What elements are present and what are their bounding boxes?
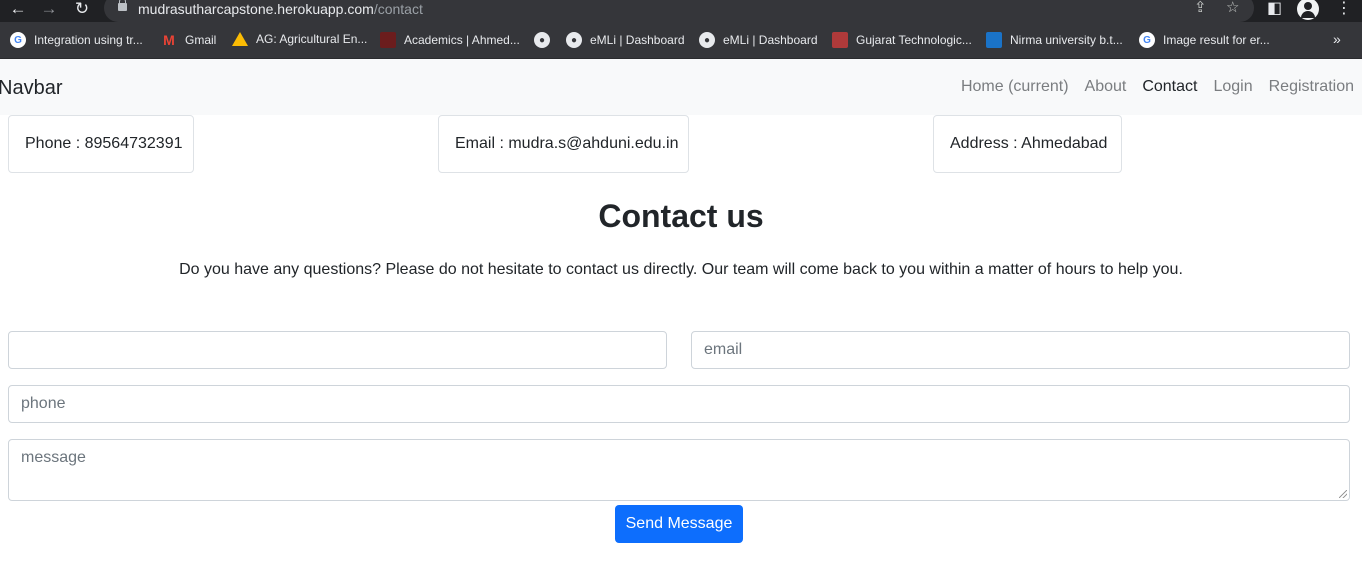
globe-icon: ● [566,32,582,48]
bookmark-label: Image result for er... [1163,33,1270,47]
bookmark-item[interactable]: G Image result for er... [1139,32,1270,48]
bookmark-label: eMLi | Dashboard [723,33,818,47]
ahduni-icon [380,32,396,48]
globe-icon: ● [699,32,715,48]
nav-login[interactable]: Login [1213,78,1252,96]
bookmark-label: Gujarat Technologic... [856,33,972,47]
nav-links: Home (current) About Contact Login Regis… [961,78,1354,96]
resize-handle-icon[interactable] [1339,490,1347,498]
url-path: /contact [373,1,423,17]
bookmark-label: Integration using tr... [34,33,143,47]
bookmark-item[interactable]: ● [534,32,558,48]
nav-contact[interactable]: Contact [1142,78,1197,96]
bookmark-item[interactable]: Gujarat Technologic... [832,32,972,48]
address-bar[interactable]: mudrasutharcapstone.herokuapp.com/contac… [104,0,1254,22]
lock-icon [118,0,127,11]
gtu-icon [832,32,848,48]
browser-toolbar: ← → ↻ mudrasutharcapstone.herokuapp.com/… [0,0,1362,22]
site-navbar: Navbar Home (current) About Contact Logi… [0,59,1362,115]
share-icon[interactable]: ⇪ [1194,0,1207,16]
nav-registration[interactable]: Registration [1269,78,1354,96]
email-card: Email : mudra.s@ahduni.edu.in [438,115,689,173]
kebab-menu-icon[interactable]: ⋮ [1336,0,1352,18]
send-message-button[interactable]: Send Message [615,505,743,543]
nav-home[interactable]: Home (current) [961,78,1069,96]
address-card: Address : Ahmedabad [933,115,1122,173]
globe-icon: ● [534,32,550,48]
bookmark-item[interactable]: G Integration using tr... [10,32,143,48]
bookmark-item[interactable]: Nirma university b.t... [986,32,1123,48]
message-textarea[interactable]: message [8,439,1350,501]
name-input[interactable] [8,331,667,369]
phone-card: Phone : 89564732391 [8,115,194,173]
phone-input[interactable]: phone [8,385,1350,423]
bookmark-item[interactable]: AG: Agricultural En... [232,32,367,46]
email-input[interactable]: email [691,331,1350,369]
side-panel-icon[interactable]: ◧ [1267,0,1282,18]
google-icon: G [10,32,26,48]
back-arrow-icon[interactable]: ← [6,0,30,20]
reload-icon[interactable]: ↻ [70,0,94,20]
more-bookmarks-icon[interactable]: » [1333,31,1341,47]
url-text: mudrasutharcapstone.herokuapp.com/contac… [138,1,423,17]
bookmark-label: AG: Agricultural En... [256,32,368,46]
nav-about[interactable]: About [1085,78,1127,96]
bookmark-label: Nirma university b.t... [1010,33,1123,47]
drive-icon [232,32,248,46]
contact-description: Do you have any questions? Please do not… [179,261,1183,278]
bookmarks-bar: G Integration using tr... M Gmail AG: Agri… [0,22,1362,59]
bookmark-item[interactable]: ● eMLi | Dashboard [699,32,818,48]
message-placeholder: message [21,449,86,466]
nirma-icon [986,32,1002,48]
google-icon: G [1139,32,1155,48]
page-title: Contact us [598,198,764,234]
navbar-brand[interactable]: Navbar [0,77,62,100]
url-host: mudrasutharcapstone.herokuapp.com [138,1,374,17]
gmail-icon: M [163,32,175,48]
bookmark-item[interactable]: M Gmail [161,32,216,48]
forward-arrow-icon[interactable]: → [37,0,61,20]
bookmark-label: Gmail [185,33,217,47]
bookmark-item[interactable]: Academics | Ahmed... [380,32,520,48]
profile-avatar-icon[interactable] [1297,0,1319,20]
bookmark-label: eMLi | Dashboard [590,33,685,47]
star-icon[interactable]: ☆ [1226,0,1239,16]
bookmark-label: Academics | Ahmed... [404,33,520,47]
bookmark-item[interactable]: ● eMLi | Dashboard [566,32,685,48]
